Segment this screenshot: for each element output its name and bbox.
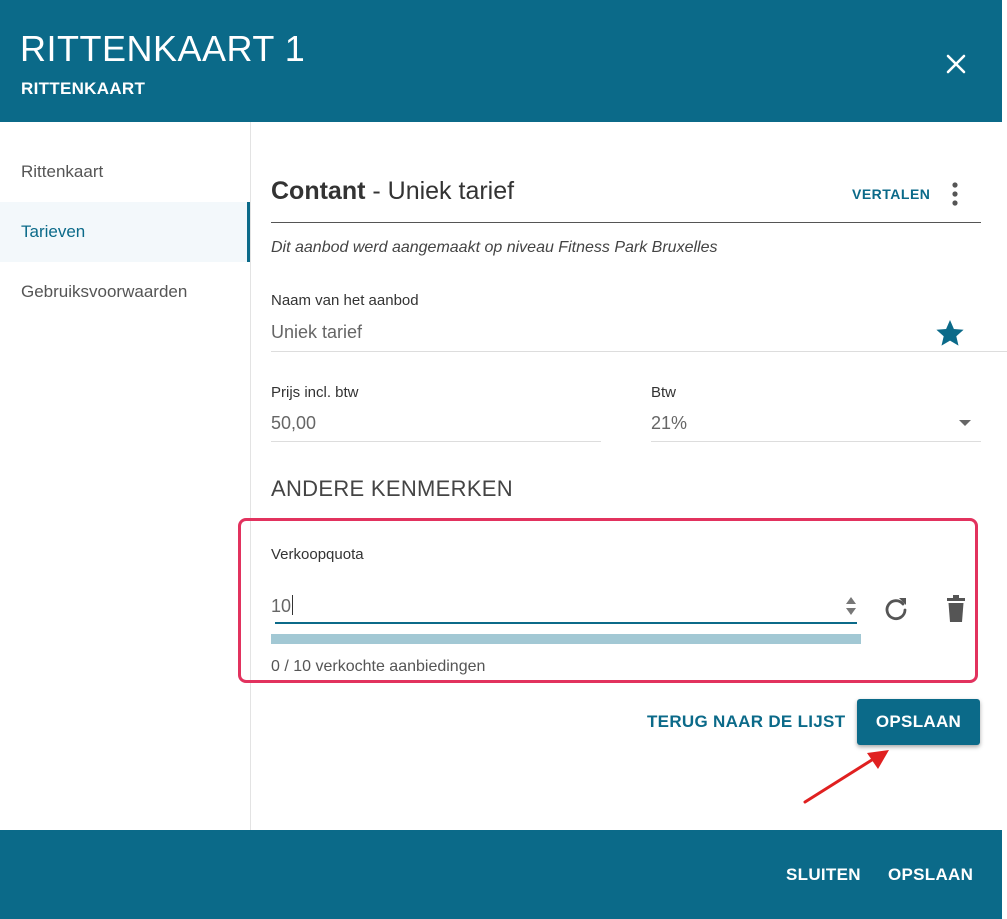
- vat-field-label: Btw: [651, 384, 677, 401]
- text-cursor: [292, 595, 294, 615]
- offer-origin-note: Dit aanbod werd aangemaakt op niveau Fit…: [271, 239, 718, 256]
- price-field-label: Prijs incl. btw: [271, 384, 359, 401]
- annotation-arrow: [803, 750, 889, 804]
- more-vertical-icon[interactable]: [943, 180, 967, 208]
- price-field[interactable]: 50,00: [271, 413, 316, 434]
- close-icon[interactable]: [937, 45, 975, 83]
- sidebar-item-gebruiksvoorwaarden[interactable]: Gebruiksvoorwaarden: [0, 262, 250, 322]
- name-field[interactable]: Uniek tarief: [271, 322, 362, 343]
- quota-input-underline: [275, 622, 857, 624]
- spinner-icon[interactable]: [844, 594, 858, 618]
- translate-button[interactable]: VERTALEN: [852, 186, 930, 202]
- name-field-label: Naam van het aanbod: [271, 292, 419, 309]
- vat-field-underline: [651, 441, 981, 442]
- offer-title-type: Contant: [271, 177, 366, 205]
- main-content: Contant - Uniek tarief VERTALEN Dit aanb…: [238, 122, 1007, 830]
- star-icon[interactable]: [935, 318, 965, 348]
- offer-title-name: - Uniek tarief: [365, 177, 515, 205]
- quota-input[interactable]: 10: [271, 595, 294, 617]
- quota-field-label: Verkoopquota: [271, 546, 364, 563]
- quota-value: 10: [271, 596, 292, 616]
- quota-progress-bar: [271, 634, 861, 644]
- name-field-underline: [271, 351, 1007, 352]
- trash-icon[interactable]: [943, 594, 969, 624]
- dialog-header: RITTENKAART 1 RITTENKAART: [0, 0, 1002, 122]
- sidebar-item-tarieven[interactable]: Tarieven: [0, 202, 250, 262]
- section-title: ANDERE KENMERKEN: [271, 476, 513, 501]
- title-divider: [271, 222, 981, 223]
- save-button[interactable]: OPSLAAN: [857, 699, 980, 745]
- footer-save-button[interactable]: OPSLAAN: [888, 865, 973, 885]
- footer-close-button[interactable]: SLUITEN: [786, 865, 861, 885]
- offer-title: Contant - Uniek tarief: [271, 177, 514, 206]
- dialog-footer: SLUITEN OPSLAAN: [0, 830, 1002, 919]
- quota-status: 0 / 10 verkochte aanbiedingen: [271, 658, 486, 675]
- price-field-underline: [271, 441, 601, 442]
- sidebar: Rittenkaart Tarieven Gebruiksvoorwaarden: [0, 122, 251, 830]
- dropdown-caret-icon[interactable]: [958, 418, 972, 428]
- refresh-icon[interactable]: [881, 594, 911, 624]
- dialog-subtitle: RITTENKAART: [21, 79, 146, 98]
- back-to-list-button[interactable]: TERUG NAAR DE LIJST: [647, 712, 845, 732]
- dialog-title: RITTENKAART 1: [20, 28, 306, 69]
- sidebar-item-rittenkaart[interactable]: Rittenkaart: [0, 142, 250, 202]
- vat-select[interactable]: 21%: [651, 413, 687, 434]
